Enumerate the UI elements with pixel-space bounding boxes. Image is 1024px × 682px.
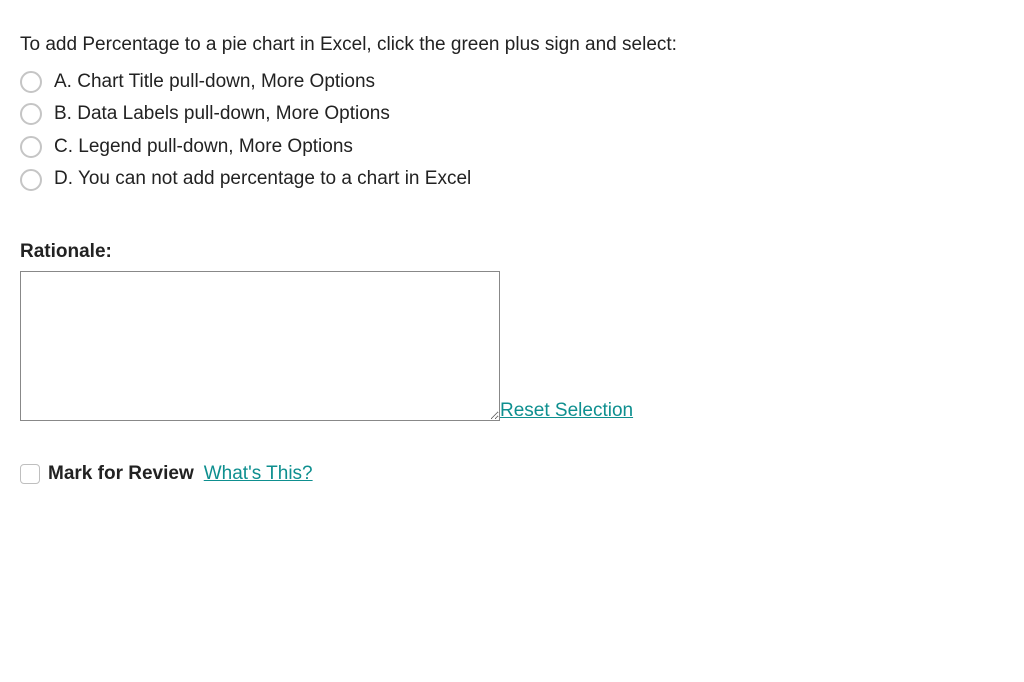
option-c-text: Legend pull-down, More Options — [78, 136, 353, 157]
option-b-text: Data Labels pull-down, More Options — [77, 103, 390, 124]
radio-a[interactable] — [20, 71, 42, 93]
mark-review-row: Mark for Review What's This? — [20, 463, 1004, 485]
option-c-label: C. Legend pull-down, More Options — [54, 134, 353, 161]
option-a-letter: A. — [54, 71, 72, 92]
rationale-label: Rationale: — [20, 241, 1004, 263]
option-d-letter: D. — [54, 168, 73, 189]
option-b[interactable]: B. Data Labels pull-down, More Options — [20, 101, 1004, 128]
option-c[interactable]: C. Legend pull-down, More Options — [20, 134, 1004, 161]
radio-b[interactable] — [20, 103, 42, 125]
option-a[interactable]: A. Chart Title pull-down, More Options — [20, 69, 1004, 96]
option-b-label: B. Data Labels pull-down, More Options — [54, 101, 390, 128]
option-a-text: Chart Title pull-down, More Options — [77, 71, 375, 92]
option-b-letter: B. — [54, 103, 72, 124]
option-c-letter: C. — [54, 136, 73, 157]
mark-review-label: Mark for Review — [48, 463, 194, 485]
radio-c[interactable] — [20, 136, 42, 158]
option-d-text: You can not add percentage to a chart in… — [78, 168, 471, 189]
whats-this-link[interactable]: What's This? — [204, 463, 313, 485]
question-text: To add Percentage to a pie chart in Exce… — [20, 32, 1004, 59]
radio-d[interactable] — [20, 169, 42, 191]
reset-selection-link[interactable]: Reset Selection — [500, 401, 633, 421]
option-d[interactable]: D. You can not add percentage to a chart… — [20, 166, 1004, 193]
rationale-input[interactable] — [20, 271, 500, 421]
option-d-label: D. You can not add percentage to a chart… — [54, 166, 471, 193]
mark-review-checkbox[interactable] — [20, 464, 40, 484]
rationale-area: Reset Selection — [20, 271, 1004, 421]
options-group: A. Chart Title pull-down, More Options B… — [20, 69, 1004, 193]
option-a-label: A. Chart Title pull-down, More Options — [54, 69, 375, 96]
